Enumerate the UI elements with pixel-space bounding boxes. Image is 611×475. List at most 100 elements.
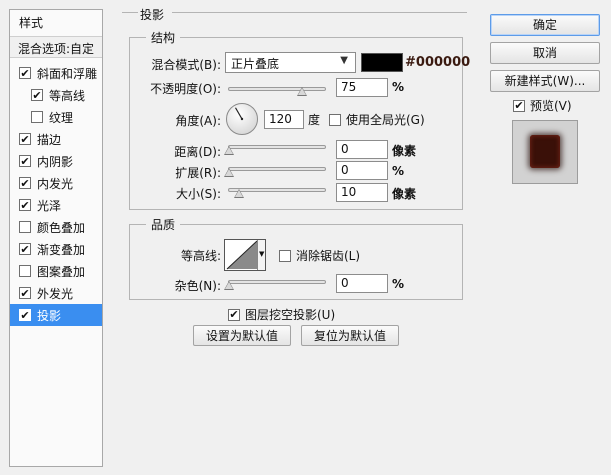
antialias-label: 消除锯齿(L) — [296, 249, 361, 263]
blending-options-item[interactable]: 混合选项:自定 — [10, 36, 102, 58]
global-light-checkbox[interactable]: 使用全局光(G) — [329, 111, 425, 128]
spread-input[interactable]: 0 — [336, 161, 388, 180]
opacity-unit: % — [392, 80, 405, 94]
style-list-item[interactable]: ✔ 斜面和浮雕 — [10, 62, 102, 84]
style-list-item-label: 投影 — [37, 308, 62, 323]
knockout-label: 图层挖空投影(U) — [245, 308, 336, 322]
noise-slider-thumb[interactable] — [224, 281, 234, 290]
checkbox-icon: ✔ — [513, 99, 525, 112]
style-list-item-label: 光泽 — [37, 198, 62, 213]
checkmark-icon: ✔ — [20, 66, 30, 80]
styles-panel: 样式 混合选项:自定 ✔ 斜面和浮雕 ✔ 等高线纹理 ✔ 描边 ✔ 内阴影 ✔ 内发光 ✔ 光泽颜色叠… — [9, 9, 103, 467]
checkbox-icon[interactable]: ✔ — [19, 155, 31, 167]
distance-slider-thumb[interactable] — [224, 146, 234, 155]
reset-default-button[interactable]: 复位为默认值 — [301, 325, 399, 346]
contour-curve-icon — [226, 240, 258, 270]
style-list-item-label: 纹理 — [49, 110, 74, 125]
angle-unit: 度 — [308, 113, 321, 127]
contour-dropdown[interactable]: ▼ — [257, 240, 265, 270]
style-list-item[interactable]: ✔ 描边 — [10, 128, 102, 150]
antialias-checkbox[interactable]: 消除锯齿(L) — [279, 247, 360, 264]
noise-slider-track[interactable] — [228, 280, 326, 284]
style-list-item[interactable]: ✔ 渐变叠加 — [10, 238, 102, 260]
checkbox-icon[interactable]: ✔ — [19, 309, 31, 321]
checkmark-icon: ✔ — [32, 88, 42, 102]
size-slider-thumb[interactable] — [234, 189, 244, 198]
style-list-item-label: 颜色叠加 — [37, 220, 86, 235]
angle-input[interactable]: 120 — [264, 110, 304, 129]
checkbox-icon[interactable]: ✔ — [31, 89, 43, 101]
cancel-button[interactable]: 取消 — [490, 42, 600, 64]
noise-input[interactable]: 0 — [336, 274, 388, 293]
opacity-slider-track[interactable] — [228, 87, 326, 91]
checkbox-icon: ✔ — [228, 308, 240, 321]
style-list-item[interactable]: 图案叠加 — [10, 260, 102, 282]
opacity-input[interactable]: 75 — [336, 78, 388, 97]
style-list-item[interactable]: ✔ 内阴影 — [10, 150, 102, 172]
shadow-color-hex: #000000 — [405, 55, 471, 70]
checkbox-icon[interactable]: ✔ — [19, 243, 31, 255]
new-style-button[interactable]: 新建样式(W)... — [490, 70, 600, 92]
style-preview — [512, 120, 578, 184]
spread-slider-track[interactable] — [228, 167, 326, 171]
style-list-item-label: 等高线 — [49, 88, 86, 103]
chevron-down-icon: ▼ — [259, 250, 265, 258]
structure-title: 结构 — [146, 29, 181, 46]
style-list-item[interactable]: ✔ 等高线 — [10, 84, 102, 106]
style-list-item-label: 内阴影 — [37, 154, 74, 169]
style-list-item-label: 外发光 — [37, 286, 74, 301]
checkbox-icon[interactable]: ✔ — [19, 133, 31, 145]
spread-unit: % — [392, 164, 405, 178]
style-list-item-label: 图案叠加 — [37, 264, 86, 279]
size-input[interactable]: 10 — [336, 183, 388, 202]
angle-label: 角度(A): — [175, 114, 221, 128]
blend-mode-value: 正片叠底 — [231, 57, 280, 71]
checkbox-icon[interactable]: ✔ — [19, 287, 31, 299]
checkmark-icon: ✔ — [514, 99, 524, 112]
spread-label: 扩展(R): — [175, 166, 221, 180]
preview-checkbox[interactable]: ✔ 预览(V) — [513, 97, 572, 114]
checkbox-icon — [329, 113, 341, 126]
distance-slider-track[interactable] — [228, 145, 326, 149]
shadow-color-swatch[interactable] — [361, 53, 403, 72]
section-divider — [172, 12, 467, 13]
opacity-slider-thumb[interactable] — [296, 87, 307, 96]
contour-label: 等高线: — [180, 249, 221, 263]
spread-slider-thumb[interactable] — [224, 168, 234, 177]
checkbox-icon[interactable] — [31, 111, 43, 123]
checkmark-icon: ✔ — [229, 308, 239, 321]
blend-mode-select[interactable]: 正片叠底 ▼ — [225, 52, 356, 73]
style-list-item-label: 描边 — [37, 132, 62, 147]
quality-title: 品质 — [146, 216, 181, 233]
ok-button[interactable]: 确定 — [490, 14, 600, 36]
style-list-item[interactable]: ✔ 内发光 — [10, 172, 102, 194]
style-list-item-label: 内发光 — [37, 176, 74, 191]
section-divider — [122, 12, 138, 13]
style-list-item[interactable]: ✔ 投影 — [10, 304, 102, 326]
checkmark-icon: ✔ — [20, 242, 30, 256]
checkbox-icon[interactable]: ✔ — [19, 199, 31, 211]
style-list-item-label: 斜面和浮雕 — [37, 66, 98, 81]
checkbox-icon[interactable] — [19, 221, 31, 233]
checkmark-icon: ✔ — [20, 198, 30, 212]
style-list-item[interactable]: 纹理 — [10, 106, 102, 128]
distance-input[interactable]: 0 — [336, 140, 388, 159]
checkbox-icon[interactable]: ✔ — [19, 177, 31, 189]
style-list-item[interactable]: ✔ 外发光 — [10, 282, 102, 304]
global-light-label: 使用全局光(G) — [346, 113, 425, 127]
make-default-button[interactable]: 设置为默认值 — [193, 325, 291, 346]
style-list-item[interactable]: ✔ 光泽 — [10, 194, 102, 216]
angle-dial[interactable] — [225, 102, 259, 136]
contour-picker[interactable]: ▼ — [224, 239, 266, 271]
knockout-checkbox[interactable]: ✔ 图层挖空投影(U) — [228, 306, 335, 323]
checkmark-icon: ✔ — [20, 286, 30, 300]
checkbox-icon[interactable]: ✔ — [19, 67, 31, 79]
size-unit: 像素 — [392, 187, 417, 201]
style-list-item[interactable]: 颜色叠加 — [10, 216, 102, 238]
checkbox-icon[interactable] — [19, 265, 31, 277]
opacity-label: 不透明度(O): — [150, 82, 221, 96]
styles-panel-title: 样式 — [19, 16, 44, 30]
section-title: 投影 — [140, 8, 165, 22]
style-list-item-label: 渐变叠加 — [37, 242, 86, 257]
noise-label: 杂色(N): — [174, 279, 221, 293]
